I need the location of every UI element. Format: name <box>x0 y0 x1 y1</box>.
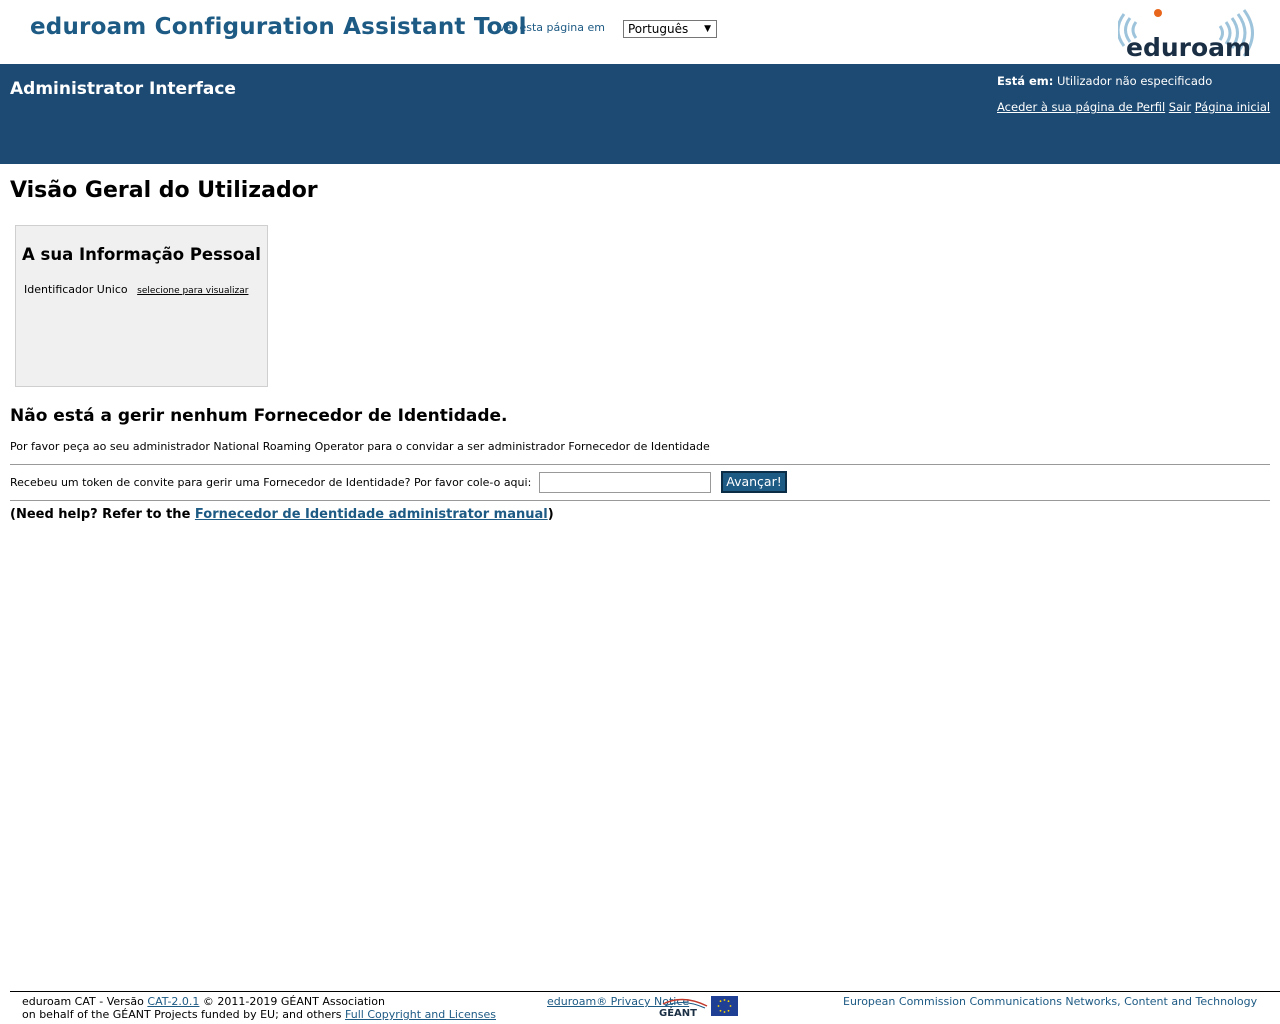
svg-text:GÉANT: GÉANT <box>659 1006 697 1018</box>
eduroam-logo: eduroam <box>1118 9 1254 60</box>
unique-id-reveal-link[interactable]: selecione para visualizar <box>137 286 248 296</box>
personal-info-box: A sua Informação Pessoal Identificador U… <box>15 225 268 387</box>
language-label: Ver esta página em <box>498 21 605 34</box>
band-title: Administrator Interface <box>10 79 236 99</box>
funding-line: on behalf of the GÉANT Projects funded b… <box>22 1008 496 1021</box>
logout-link[interactable]: Sair <box>1169 100 1191 114</box>
copyright-text: © 2011-2019 GÉANT Association <box>199 995 385 1008</box>
profile-link[interactable]: Aceder à sua página de Perfil <box>997 100 1165 114</box>
version-prefix: eduroam CAT - Versão <box>22 995 148 1008</box>
funding-text: on behalf of the GÉANT Projects funded b… <box>22 1008 346 1021</box>
version-link[interactable]: CAT-2.0.1 <box>147 995 199 1008</box>
page-title: Visão Geral do Utilizador <box>10 178 318 203</box>
unique-id-label: Identificador Unico <box>24 283 128 296</box>
help-line: (Need help? Refer to the Fornecedor de I… <box>10 507 554 522</box>
token-input[interactable] <box>539 472 711 493</box>
language-select[interactable]: Português ▼ <box>623 20 717 38</box>
eu-flag-icon <box>711 996 738 1016</box>
version-line: eduroam CAT - Versão CAT-2.0.1 © 2011-20… <box>22 995 496 1008</box>
dropdown-arrow-icon: ▼ <box>704 24 711 34</box>
status-label: Está em: <box>997 74 1054 88</box>
app-title: eduroam Configuration Assistant Tool <box>30 14 527 40</box>
language-selected-value: Português <box>628 22 689 36</box>
licenses-link[interactable]: Full Copyright and Licenses <box>345 1008 496 1021</box>
svg-text:eduroam: eduroam <box>1126 33 1251 60</box>
personal-info-heading: A sua Informação Pessoal <box>22 245 261 264</box>
help-suffix: ) <box>547 507 554 522</box>
geant-logo: GÉANT <box>659 998 708 1018</box>
user-nav: Aceder à sua página de Perfil Sair Págin… <box>997 100 1270 114</box>
home-link[interactable]: Página inicial <box>1195 100 1270 114</box>
divider <box>10 464 1270 465</box>
unique-id-row: Identificador Unico selecione para visua… <box>24 283 248 296</box>
footer-divider <box>10 991 1280 992</box>
login-status: Está em: Utilizador não especificado <box>997 74 1212 88</box>
help-prefix: (Need help? Refer to the <box>10 507 195 522</box>
admin-band: Administrator Interface Está em: Utiliza… <box>0 64 1280 164</box>
admin-manual-link[interactable]: Fornecedor de Identidade administrator m… <box>195 507 548 522</box>
top-header: eduroam Configuration Assistant Tool Ver… <box>0 0 1280 64</box>
invite-instructions: Por favor peça ao seu administrador Nati… <box>10 440 710 453</box>
ec-credit: European Commission Communications Netwo… <box>843 995 1258 1008</box>
footer-left: eduroam CAT - Versão CAT-2.0.1 © 2011-20… <box>22 995 496 1021</box>
status-value: Utilizador não especificado <box>1057 74 1213 88</box>
submit-token-button[interactable]: Avançar! <box>721 471 787 493</box>
no-idp-heading: Não está a gerir nenhum Fornecedor de Id… <box>10 406 508 426</box>
token-label: Recebeu um token de convite para gerir u… <box>10 476 532 489</box>
divider <box>10 500 1270 501</box>
